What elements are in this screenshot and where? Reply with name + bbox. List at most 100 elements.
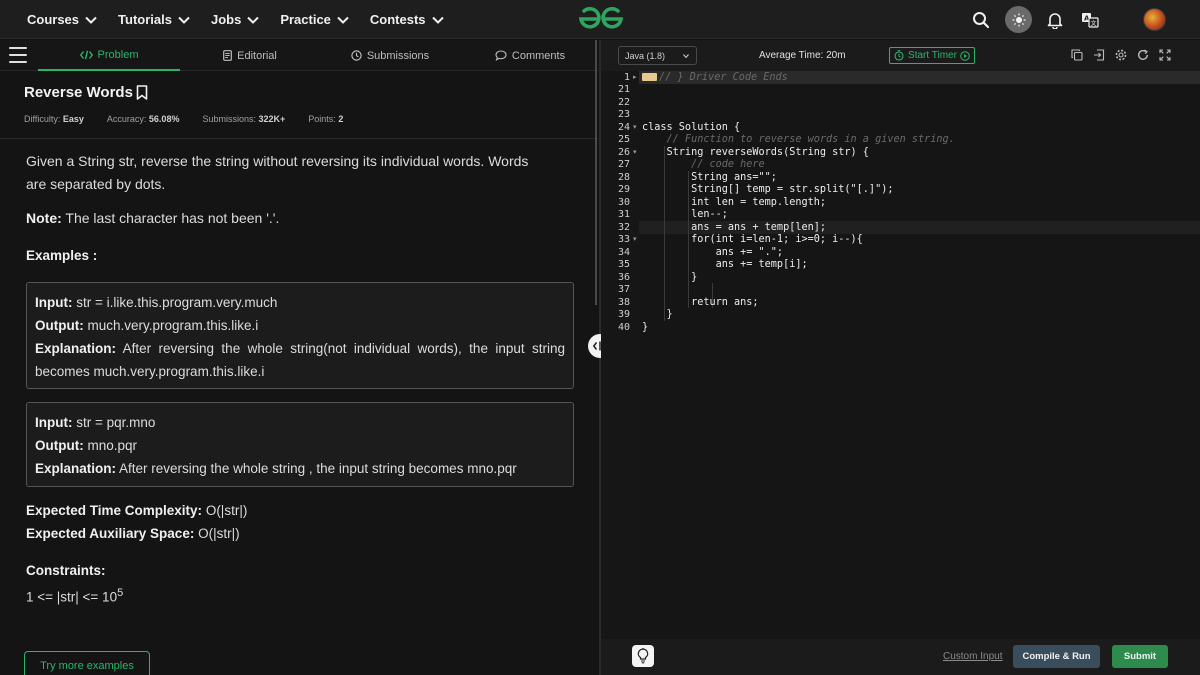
line-number: 27 <box>617 159 630 170</box>
line-number-gutter: 1 ▸ 21 22 23 24 ▾ 25 26 ▾ 27 28 29 30 31 32 33 ▾ 34 35 36 37 3… <box>601 71 639 639</box>
nav-practice[interactable]: Practice <box>280 12 349 27</box>
problem-note: Note: The last character has not been '.… <box>26 210 279 226</box>
gfg-logo[interactable] <box>577 6 625 32</box>
chevron-down-icon <box>247 16 260 24</box>
top-navbar: Courses Tutorials Jobs Practice Contests <box>0 0 1200 39</box>
problem-scrollbar[interactable] <box>595 40 597 305</box>
constraint-line: 1 <= |str| <= 105 <box>26 582 123 609</box>
code-line[interactable]: ans += "."; <box>642 247 783 260</box>
input-label: Input: <box>35 295 73 310</box>
line-number: 24 <box>617 121 630 133</box>
code-line[interactable]: } <box>642 322 648 335</box>
code-line[interactable]: class Solution { <box>642 122 740 135</box>
points: Points: 2 <box>308 114 343 124</box>
problem-statement: Given a String str, reverse the string w… <box>26 153 529 192</box>
import-icon[interactable] <box>1092 48 1106 62</box>
input-value: str = i.like.this.program.very.much <box>72 295 278 310</box>
bell-icon[interactable] <box>1043 8 1067 32</box>
copy-icon[interactable] <box>1070 48 1084 62</box>
time-complexity-label: Expected Time Complexity: <box>26 503 203 518</box>
problem-title-text: Reverse Words <box>24 84 133 101</box>
bookmark-icon[interactable] <box>136 85 148 100</box>
tab-editorial-label: Editorial <box>237 49 277 62</box>
custom-input-link[interactable]: Custom Input <box>943 651 1002 662</box>
code-line[interactable]: int len = temp.length; <box>642 197 826 210</box>
line-number: 32 <box>617 221 630 233</box>
problem-meta: Difficulty: Easy Accuracy: 56.08% Submis… <box>24 114 366 124</box>
tab-editorial[interactable]: Editorial <box>180 40 320 71</box>
chevron-down-icon <box>85 16 97 24</box>
tab-problem[interactable]: Problem <box>38 40 180 71</box>
nav-practice-label: Practice <box>280 12 331 27</box>
line-number: 34 <box>617 246 630 258</box>
submissions-label: Submissions: <box>202 114 256 124</box>
code-line[interactable]: } <box>642 309 673 322</box>
line-number: 39 <box>617 309 630 320</box>
tab-submissions[interactable]: Submissions <box>320 40 460 71</box>
time-complexity-value: O(|str|) <box>202 503 248 518</box>
line-number: 1 <box>623 71 630 83</box>
aux-space-label: Expected Auxiliary Space: <box>26 526 195 541</box>
try-more-examples-button[interactable]: Try more examples <box>24 651 150 675</box>
line-number: 36 <box>617 271 630 283</box>
code-line[interactable]: // } Driver Code Ends <box>659 72 788 85</box>
input-label: Input: <box>35 415 73 430</box>
reset-icon[interactable] <box>1136 48 1150 62</box>
example-explanation: Explanation: After reversing the whole s… <box>35 337 565 383</box>
nav-courses-label: Courses <box>27 12 80 27</box>
fullscreen-icon[interactable] <box>1158 48 1172 62</box>
nav-tutorials-label: Tutorials <box>118 12 172 27</box>
note-label: Note: <box>26 210 62 226</box>
code-area[interactable]: // } Driver Code Ends class Solution { //… <box>639 71 1200 639</box>
line-number: 40 <box>617 321 630 333</box>
nav-contests-label: Contests <box>369 12 426 27</box>
code-line[interactable]: return ans; <box>642 297 758 310</box>
language-value: Java (1.8) <box>625 50 666 61</box>
line-number: 29 <box>617 184 630 195</box>
accuracy-label: Accuracy: <box>106 114 147 124</box>
line-number: 35 <box>617 259 630 270</box>
code-line[interactable]: len--; <box>642 209 728 222</box>
code-line[interactable]: ans += temp[i]; <box>642 259 808 272</box>
code-line[interactable]: String ans=""; <box>642 172 777 185</box>
code-line[interactable]: String reverseWords(String str) { <box>642 147 869 160</box>
line-number: 23 <box>617 109 630 120</box>
start-timer-button[interactable]: Start Timer <box>889 47 975 64</box>
code-line[interactable]: // code here <box>642 159 765 172</box>
code-line[interactable]: ans = ans + temp[len]; <box>642 222 826 235</box>
translate-icon[interactable]: A文 <box>1078 8 1102 32</box>
code-line[interactable]: } <box>642 272 697 285</box>
nav-tutorials[interactable]: Tutorials <box>118 12 190 27</box>
example-explanation: Explanation: After reversing the whole s… <box>35 457 565 480</box>
code-icon <box>79 50 93 59</box>
submissions-count: Submissions: 322K+ <box>202 114 285 124</box>
nav-jobs[interactable]: Jobs <box>211 12 260 27</box>
accuracy: Accuracy: 56.08% <box>107 114 180 124</box>
note-text: The last character has not been '.'. <box>61 210 280 226</box>
input-value: str = pqr.mno <box>72 415 156 430</box>
editor-bottom-bar: Custom Input Compile & Run Submit <box>601 639 1200 675</box>
problem-tabbar: Problem Editorial Submissions Comments <box>0 40 598 71</box>
language-select[interactable]: Java (1.8) <box>618 46 697 65</box>
lightbulb-icon[interactable] <box>632 645 654 667</box>
line-number: 28 <box>617 171 630 183</box>
code-line[interactable]: // Function to reverse words in a given … <box>642 134 955 147</box>
nav-contests[interactable]: Contests <box>370 12 444 27</box>
settings-icon[interactable] <box>1114 48 1128 62</box>
submit-button[interactable]: Submit <box>1112 645 1168 668</box>
compile-run-button[interactable]: Compile & Run <box>1013 645 1100 668</box>
line-number: 37 <box>617 284 630 295</box>
code-line[interactable]: for(int i=len-1; i>=0; i--){ <box>642 234 863 247</box>
tab-submissions-label: Submissions <box>366 49 430 62</box>
aux-space: Expected Auxiliary Space: O(|str|) <box>26 522 247 545</box>
tab-comments[interactable]: Comments <box>460 40 598 71</box>
avatar[interactable] <box>1143 8 1166 31</box>
examples-heading: Examples : <box>26 248 98 263</box>
folded-code-marker[interactable] <box>642 73 657 81</box>
theme-toggle-icon[interactable] <box>1005 6 1032 33</box>
code-line[interactable]: String[] temp = str.split("[.]"); <box>642 184 893 197</box>
hamburger-menu-icon[interactable] <box>9 47 27 63</box>
start-timer-label: Start Timer <box>908 50 957 61</box>
nav-courses[interactable]: Courses <box>27 12 97 27</box>
search-icon[interactable] <box>969 8 993 32</box>
